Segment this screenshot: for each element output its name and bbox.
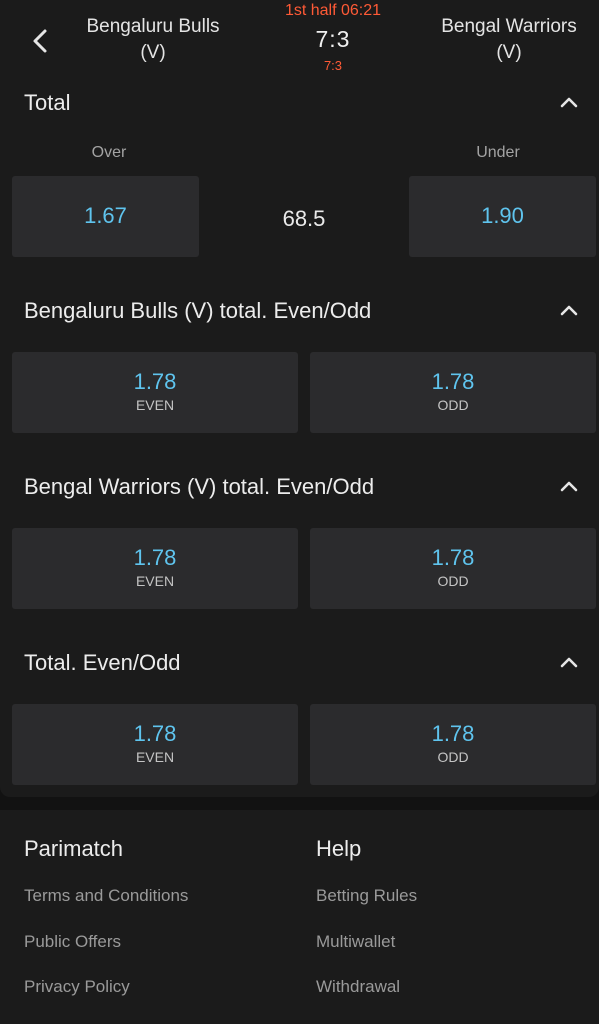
bulls-even-label: EVEN (135, 397, 175, 413)
over-odds-button[interactable]: 1.67 (12, 176, 199, 257)
total-odd-odds: 1.78 (431, 721, 475, 746)
bulls-even-button[interactable]: 1.78 EVEN (12, 352, 298, 433)
public-offers-link[interactable]: Public Offers (24, 932, 121, 952)
warriors-even-button[interactable]: 1.78 EVEN (12, 528, 298, 609)
bulls-odd-odds: 1.78 (431, 369, 475, 394)
warriors-odd-label: ODD (437, 573, 469, 589)
betting-rules-link[interactable]: Betting Rules (316, 886, 417, 906)
footer-parimatch-title: Parimatch (24, 836, 124, 861)
multiwallet-link[interactable]: Multiwallet (316, 932, 395, 952)
market-title-total: Total (24, 90, 71, 115)
chevron-up-icon (560, 97, 578, 108)
bulls-even-odds: 1.78 (133, 369, 177, 394)
market-title-warriors-even-odd: Bengal Warriors (V) total. Even/Odd (24, 474, 375, 499)
bulls-odd-label: ODD (437, 397, 469, 413)
total-odd-label: ODD (437, 749, 469, 765)
footer-help-title: Help (316, 836, 362, 861)
withdrawal-link[interactable]: Withdrawal (316, 977, 400, 997)
chevron-left-icon (33, 29, 47, 53)
home-team-name: Bengaluru Bulls (V) (86, 16, 220, 63)
warriors-even-odds: 1.78 (133, 545, 177, 570)
collapse-total-even-odd-button[interactable] (556, 649, 582, 675)
away-team-name: Bengal Warriors (V) (441, 16, 577, 63)
collapse-bulls-even-odd-button[interactable] (556, 297, 582, 323)
back-button[interactable] (26, 26, 56, 56)
total-even-odds: 1.78 (133, 721, 177, 746)
match-clock: 1st half 06:21 (284, 2, 382, 19)
bulls-odd-button[interactable]: 1.78 ODD (310, 352, 596, 433)
warriors-odd-odds: 1.78 (431, 545, 475, 570)
under-label: Under (476, 144, 520, 161)
under-odds: 1.90 (481, 203, 524, 228)
markets-panel: Total Over Under 1.67 68.5 1.90 Bengalur… (0, 82, 599, 797)
over-label: Over (91, 144, 127, 161)
total-even-label: EVEN (135, 749, 175, 765)
under-odds-button[interactable]: 1.90 (409, 176, 596, 257)
collapse-total-button[interactable] (556, 89, 582, 115)
total-odd-button[interactable]: 1.78 ODD (310, 704, 596, 785)
total-line-value: 68.5 (282, 206, 326, 231)
chevron-up-icon (560, 657, 578, 668)
market-title-total-even-odd: Total. Even/Odd (24, 650, 181, 675)
over-odds: 1.67 (84, 203, 127, 228)
market-title-bulls-even-odd: Bengaluru Bulls (V) total. Even/Odd (24, 298, 372, 323)
privacy-policy-link[interactable]: Privacy Policy (24, 977, 130, 997)
total-even-button[interactable]: 1.78 EVEN (12, 704, 298, 785)
match-score: 7:3 (315, 26, 351, 52)
chevron-up-icon (560, 481, 578, 492)
terms-link[interactable]: Terms and Conditions (24, 886, 188, 906)
site-footer: Parimatch Terms and Conditions Public Of… (0, 810, 599, 1024)
collapse-warriors-even-odd-button[interactable] (556, 473, 582, 499)
period-score: 7:3 (323, 58, 343, 73)
warriors-even-label: EVEN (135, 573, 175, 589)
chevron-up-icon (560, 305, 578, 316)
match-header: Bengaluru Bulls (V) 1st half 06:21 7:3 7:… (0, 0, 599, 83)
warriors-odd-button[interactable]: 1.78 ODD (310, 528, 596, 609)
